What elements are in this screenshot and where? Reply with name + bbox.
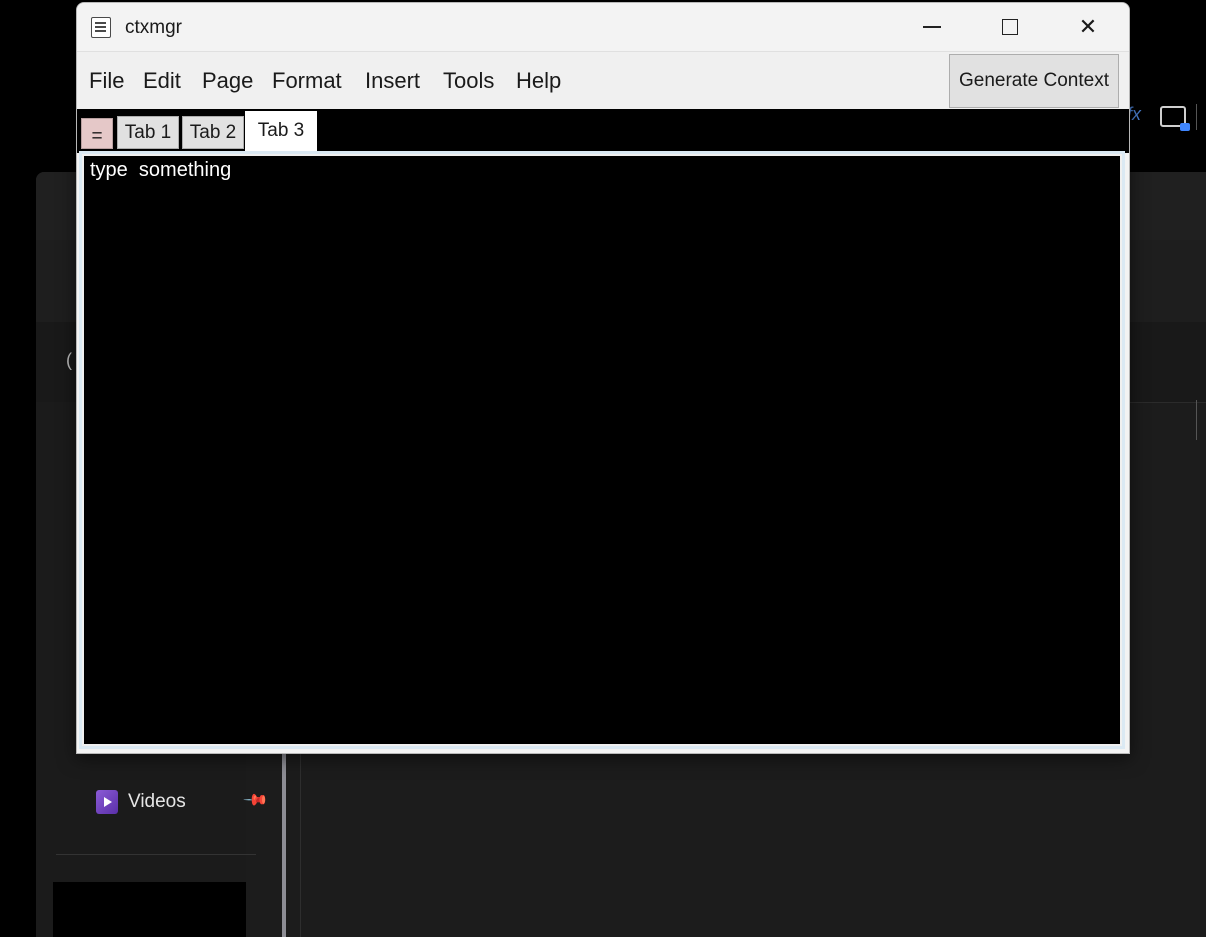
menu-help[interactable]: Help [516, 68, 561, 94]
close-button[interactable]: ✕ [1053, 3, 1123, 51]
minimize-button[interactable] [897, 3, 967, 51]
tab-3-active[interactable]: Tab 3 [245, 111, 317, 151]
sidebar-separator [56, 854, 256, 855]
sidebar-item-label: Videos [128, 791, 186, 812]
videos-folder-icon [96, 790, 118, 814]
ctxmgr-window: ctxmgr ✕ File Edit Page Format Insert To… [76, 2, 1130, 754]
tab-strip: = Tab 1 Tab 2 Tab 3 [77, 109, 1129, 153]
window-title: ctxmgr [125, 17, 182, 38]
sidebar-blank-region [53, 882, 246, 937]
editor-frame: type something [79, 151, 1125, 749]
maximize-icon [1002, 19, 1018, 35]
tab-2[interactable]: Tab 2 [182, 116, 244, 149]
editor-textarea[interactable]: type something [82, 154, 1122, 746]
menu-tools[interactable]: Tools [443, 68, 494, 94]
generate-context-button[interactable]: Generate Context [949, 54, 1119, 108]
title-bar[interactable]: ctxmgr ✕ [77, 3, 1129, 51]
maximize-button[interactable] [975, 3, 1045, 51]
notepad-icon [91, 17, 111, 38]
menu-file[interactable]: File [89, 68, 124, 94]
device-icon[interactable] [1160, 106, 1190, 131]
menu-insert[interactable]: Insert [365, 68, 420, 94]
sidebar-resize-handle[interactable] [282, 752, 286, 937]
content-divider [300, 752, 301, 937]
menu-edit[interactable]: Edit [143, 68, 181, 94]
tab-menu-button[interactable]: = [81, 118, 113, 149]
menu-format[interactable]: Format [272, 68, 342, 94]
minimize-icon [923, 26, 941, 28]
toolbar-separator [1196, 104, 1197, 130]
menu-page[interactable]: Page [202, 68, 253, 94]
close-icon: ✕ [1078, 14, 1098, 39]
pane-edge [1196, 400, 1197, 440]
tab-1[interactable]: Tab 1 [117, 116, 179, 149]
menu-bar: File Edit Page Format Insert Tools Help … [77, 51, 1129, 110]
partial-icon: ( [66, 350, 72, 370]
